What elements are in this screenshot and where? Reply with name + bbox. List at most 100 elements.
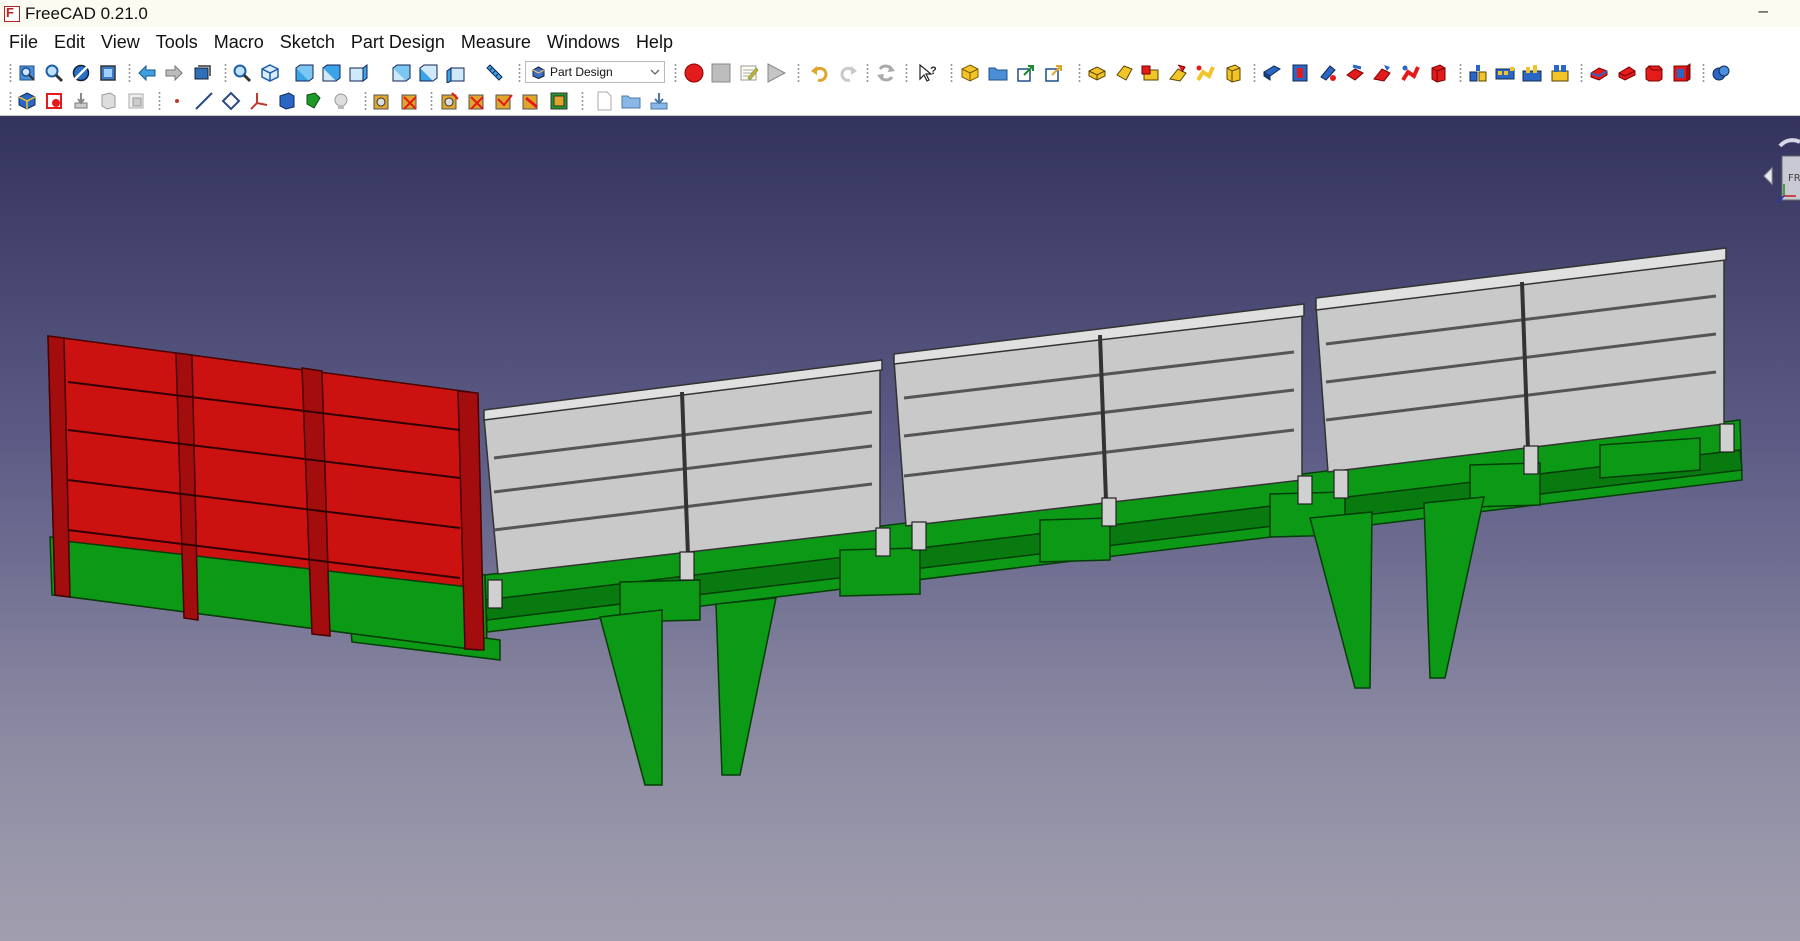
isometric-view-icon[interactable] (260, 63, 280, 83)
sketcher-icon[interactable] (372, 91, 392, 111)
menu-part-design[interactable]: Part Design (343, 27, 453, 58)
3d-model-scene[interactable] (0, 116, 1800, 941)
fillet-icon[interactable] (1589, 63, 1609, 83)
nav-cube-left-arrow-icon[interactable] (1763, 166, 1773, 186)
menu-file[interactable]: File (0, 27, 46, 58)
bounding-box-icon[interactable] (98, 63, 118, 83)
open-folder-icon[interactable] (988, 63, 1008, 83)
refresh-icon[interactable] (876, 63, 896, 83)
share-icon[interactable] (1044, 63, 1064, 83)
thickness-icon[interactable] (1671, 63, 1691, 83)
body-icon[interactable] (17, 91, 37, 111)
boolean-icon[interactable] (1711, 63, 1731, 83)
toolbar-grip[interactable] (866, 63, 869, 82)
subtractive-box-icon[interactable] (1428, 63, 1448, 83)
menu-view[interactable]: View (93, 27, 148, 58)
revolve-icon[interactable] (1114, 63, 1134, 83)
measure-icon[interactable] (484, 63, 504, 83)
menu-help[interactable]: Help (628, 27, 681, 58)
redo-icon[interactable] (838, 63, 858, 83)
toolbar-grip[interactable] (518, 63, 521, 82)
zoom-icon[interactable] (44, 63, 64, 83)
additive-box-icon[interactable] (1223, 63, 1243, 83)
menu-windows[interactable]: Windows (539, 27, 628, 58)
shape-binder-icon[interactable] (126, 91, 146, 111)
new-document-icon[interactable] (594, 91, 614, 111)
back-arrow-icon[interactable] (137, 63, 157, 83)
toolbar-grip[interactable] (9, 63, 12, 82)
toolbar-grip[interactable] (674, 63, 677, 82)
datum-line-icon[interactable] (194, 91, 214, 111)
bottom-view-icon[interactable] (418, 63, 438, 83)
toolbar-grip[interactable] (9, 91, 12, 110)
part-icon[interactable] (44, 91, 64, 111)
toolbar-grip[interactable] (1580, 63, 1583, 82)
export-icon[interactable] (1016, 63, 1036, 83)
toolbar-grip[interactable] (430, 91, 433, 110)
menu-macro[interactable]: Macro (206, 27, 272, 58)
3d-view[interactable]: FR (0, 116, 1800, 941)
toolbar-grip[interactable] (364, 91, 367, 110)
groove-icon[interactable] (1318, 63, 1338, 83)
linear-pattern-icon[interactable] (1495, 63, 1515, 83)
map-sketch-icon[interactable] (331, 91, 351, 111)
subtractive-helix-icon[interactable] (1400, 63, 1420, 83)
toolbar-grip[interactable] (128, 63, 131, 82)
sync-view-icon[interactable] (192, 63, 212, 83)
right-view-icon[interactable] (348, 63, 368, 83)
hole-icon[interactable] (1290, 63, 1310, 83)
chamfer-icon[interactable] (1617, 63, 1637, 83)
pipe-icon[interactable] (1168, 63, 1188, 83)
pocket-icon[interactable] (1262, 63, 1282, 83)
workbench-selector[interactable]: Part Design (525, 61, 665, 83)
measure-delta-icon[interactable] (549, 91, 569, 111)
edit-macro-icon[interactable] (739, 63, 759, 83)
stop-macro-icon[interactable] (711, 63, 731, 83)
forward-arrow-icon[interactable] (164, 63, 184, 83)
menu-edit[interactable]: Edit (46, 27, 93, 58)
datum-point-icon[interactable] (167, 91, 187, 111)
menu-tools[interactable]: Tools (148, 27, 206, 58)
rear-view-icon[interactable] (391, 63, 411, 83)
polar-pattern-icon[interactable] (1522, 63, 1542, 83)
local-cs-icon[interactable] (249, 91, 269, 111)
top-view-icon[interactable] (321, 63, 341, 83)
navigation-cube[interactable]: FR (1760, 128, 1800, 228)
mirrored-icon[interactable] (1468, 63, 1488, 83)
toolbar-grip[interactable] (581, 91, 584, 110)
toolbar-grip[interactable] (224, 63, 227, 82)
toolbar-grip[interactable] (1253, 63, 1256, 82)
subtractive-loft-icon[interactable] (1345, 63, 1365, 83)
front-view-icon[interactable] (294, 63, 314, 83)
measure-angular-icon[interactable] (440, 91, 460, 111)
save-document-icon[interactable] (649, 91, 669, 111)
sub-shape-binder-icon[interactable] (277, 91, 297, 111)
undo-icon[interactable] (810, 63, 830, 83)
toolbar-grip[interactable] (1702, 63, 1705, 82)
toolbar-grip[interactable] (797, 63, 800, 82)
subtractive-pipe-icon[interactable] (1372, 63, 1392, 83)
fit-all-icon[interactable] (17, 63, 37, 83)
red-side-panel[interactable] (47, 335, 485, 651)
run-macro-icon[interactable] (766, 63, 786, 83)
measure-toggle-icon[interactable] (494, 91, 514, 111)
draw-style-icon[interactable] (71, 63, 91, 83)
record-macro-icon[interactable] (684, 63, 704, 83)
measure-clear-icon[interactable] (467, 91, 487, 111)
helix-icon[interactable] (1195, 63, 1215, 83)
left-view-icon[interactable] (446, 63, 466, 83)
minimize-button[interactable]: – (1759, 1, 1768, 21)
menu-measure[interactable]: Measure (453, 27, 539, 58)
whats-this-icon[interactable]: ? (918, 63, 938, 83)
open-document-icon[interactable] (621, 91, 641, 111)
measure-3d-icon[interactable] (521, 91, 541, 111)
datum-plane-icon[interactable] (221, 91, 241, 111)
toolbar-grip[interactable] (905, 63, 908, 82)
clone-icon[interactable] (98, 91, 118, 111)
measure-linear-icon[interactable] (400, 91, 420, 111)
create-body-icon[interactable] (960, 63, 980, 83)
menu-sketch[interactable]: Sketch (272, 27, 343, 58)
toolbar-grip[interactable] (1078, 63, 1081, 82)
toolbar-grip[interactable] (1459, 63, 1462, 82)
nav-cube-rotate-icon[interactable] (1778, 138, 1800, 148)
